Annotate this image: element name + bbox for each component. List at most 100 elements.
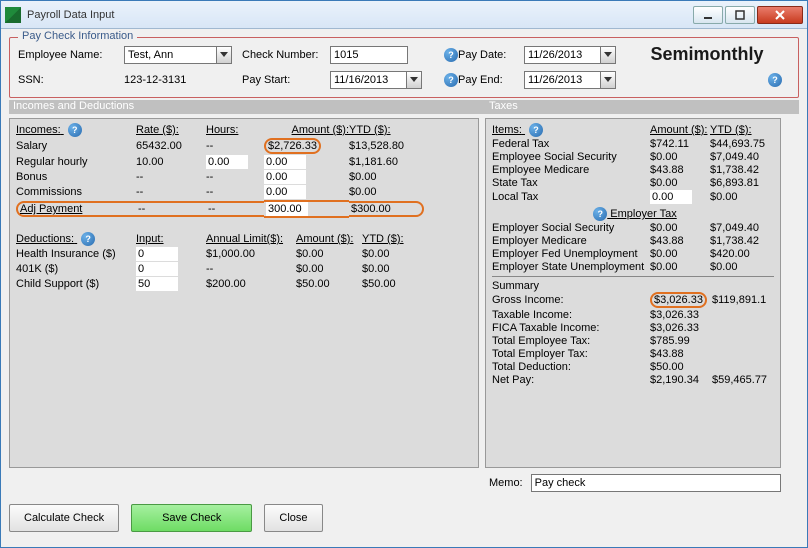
summary-name: Total Employer Tax:	[492, 348, 650, 360]
emp-tax-name: Employer Social Security	[492, 222, 650, 234]
help-icon[interactable]: ?	[444, 73, 458, 87]
tax-amount-header: Amount ($):	[650, 124, 710, 136]
deduction-amount: $50.00	[296, 278, 362, 290]
amount-input[interactable]	[264, 170, 306, 184]
tax-amount: $742.11	[650, 138, 710, 150]
summary-ytd: $119,891.1	[712, 294, 776, 306]
tax-amount	[650, 190, 710, 204]
deduction-name: 401K ($)	[16, 263, 136, 275]
help-icon[interactable]: ?	[444, 48, 458, 62]
emp-tax-amount: $0.00	[650, 261, 710, 273]
help-icon[interactable]: ?	[593, 207, 607, 221]
rate-header: Rate ($):	[136, 124, 206, 136]
deduction-ytd: $0.00	[362, 263, 427, 275]
deduction-input-field[interactable]	[136, 247, 178, 261]
ssn-value: 123-12-3131	[124, 74, 242, 86]
input-header: Input:	[136, 233, 206, 245]
chevron-down-icon[interactable]	[600, 46, 616, 64]
deduction-input-field[interactable]	[136, 262, 178, 276]
incomes-caption: Incomes and Deductions	[9, 100, 485, 114]
income-amount: $2,726.33	[264, 138, 349, 154]
tax-name: Employee Medicare	[492, 164, 650, 176]
chevron-down-icon[interactable]	[406, 71, 422, 89]
deduction-input-field[interactable]	[136, 277, 178, 291]
help-icon[interactable]: ?	[68, 123, 82, 137]
chevron-down-icon[interactable]	[600, 71, 616, 89]
emp-tax-amount: $0.00	[650, 248, 710, 260]
summary-amount: $3,026.33	[650, 292, 712, 308]
income-hours: --	[206, 186, 264, 198]
income-amount	[264, 155, 349, 169]
summary-amount: $2,190.34	[650, 374, 712, 386]
deduction-limit: --	[206, 263, 296, 275]
tax-amount: $0.00	[650, 151, 710, 163]
deductions-grid: Deductions: ? Input: Annual Limit($): Am…	[16, 232, 472, 291]
income-hours	[206, 155, 264, 169]
tax-name: State Tax	[492, 177, 650, 189]
pay-end-combo[interactable]	[524, 71, 616, 89]
minimize-button[interactable]	[693, 6, 723, 24]
tax-ytd: $6,893.81	[710, 177, 774, 189]
tax-amount: $0.00	[650, 177, 710, 189]
emp-tax-name: Employer Fed Unemployment	[492, 248, 650, 260]
tax-amount: $43.88	[650, 164, 710, 176]
summary-label: Summary	[492, 280, 774, 292]
emp-tax-ytd: $420.00	[710, 248, 774, 260]
employee-name-label: Employee Name:	[18, 49, 124, 61]
calculate-button[interactable]: Calculate Check	[9, 504, 119, 532]
income-name: Regular hourly	[16, 156, 136, 168]
pay-date-combo[interactable]	[524, 46, 616, 64]
summary-name: Total Employee Tax:	[492, 335, 650, 347]
hours-input[interactable]	[206, 155, 248, 169]
emp-tax-name: Employer State Unemployment	[492, 261, 650, 273]
amount-input[interactable]	[264, 155, 306, 169]
income-hours: --	[206, 201, 264, 217]
chevron-down-icon[interactable]	[216, 46, 232, 64]
pay-start-input[interactable]	[330, 71, 406, 89]
tax-ytd-header: YTD ($):	[710, 124, 774, 136]
pay-date-input[interactable]	[524, 46, 600, 64]
pay-end-label: Pay End:	[458, 74, 524, 86]
income-hours: --	[206, 171, 264, 183]
employee-name-input[interactable]	[124, 46, 216, 64]
tax-ytd: $0.00	[710, 191, 774, 203]
tax-name: Local Tax	[492, 191, 650, 203]
income-rate: --	[136, 201, 206, 217]
income-name: Bonus	[16, 171, 136, 183]
amount-input[interactable]	[266, 202, 308, 216]
amount-input[interactable]	[264, 185, 306, 199]
emp-tax-amount: $43.88	[650, 235, 710, 247]
window-title: Payroll Data Input	[27, 9, 691, 21]
local-tax-input[interactable]	[650, 190, 692, 204]
help-icon[interactable]: ?	[768, 73, 782, 87]
pay-end-input[interactable]	[524, 71, 600, 89]
deduction-limit: $1,000.00	[206, 248, 296, 260]
emp-tax-ytd: $0.00	[710, 261, 774, 273]
income-ytd: $0.00	[349, 171, 424, 183]
summary-amount: $3,026.33	[650, 309, 712, 321]
income-ytd: $13,528.80	[349, 140, 424, 152]
maximize-button[interactable]	[725, 6, 755, 24]
help-icon[interactable]: ?	[81, 232, 95, 246]
payroll-window: Payroll Data Input Pay Check Information…	[0, 0, 808, 548]
deduction-limit: $200.00	[206, 278, 296, 290]
close-button[interactable]	[757, 6, 803, 24]
summary-name: Total Deduction:	[492, 361, 650, 373]
summary-name: Taxable Income:	[492, 309, 650, 321]
emp-tax-name: Employer Medicare	[492, 235, 650, 247]
tax-name: Federal Tax	[492, 138, 650, 150]
paycheck-info: Pay Check Information Employee Name: Che…	[9, 37, 799, 98]
help-icon[interactable]: ?	[529, 123, 543, 137]
income-rate: 10.00	[136, 156, 206, 168]
client-area: Pay Check Information Employee Name: Che…	[1, 29, 807, 540]
pay-start-label: Pay Start:	[242, 74, 330, 86]
amount-header: Amount ($):	[264, 124, 349, 136]
employee-name-combo[interactable]	[124, 46, 232, 64]
summary-grid: Gross Income:$3,026.33$119,891.1Taxable …	[492, 292, 774, 386]
pay-start-combo[interactable]	[330, 71, 422, 89]
save-button[interactable]: Save Check	[131, 504, 252, 532]
memo-label: Memo:	[489, 477, 523, 489]
memo-input[interactable]	[531, 474, 781, 492]
close-dialog-button[interactable]: Close	[264, 504, 322, 532]
check-number-input[interactable]	[330, 46, 408, 64]
